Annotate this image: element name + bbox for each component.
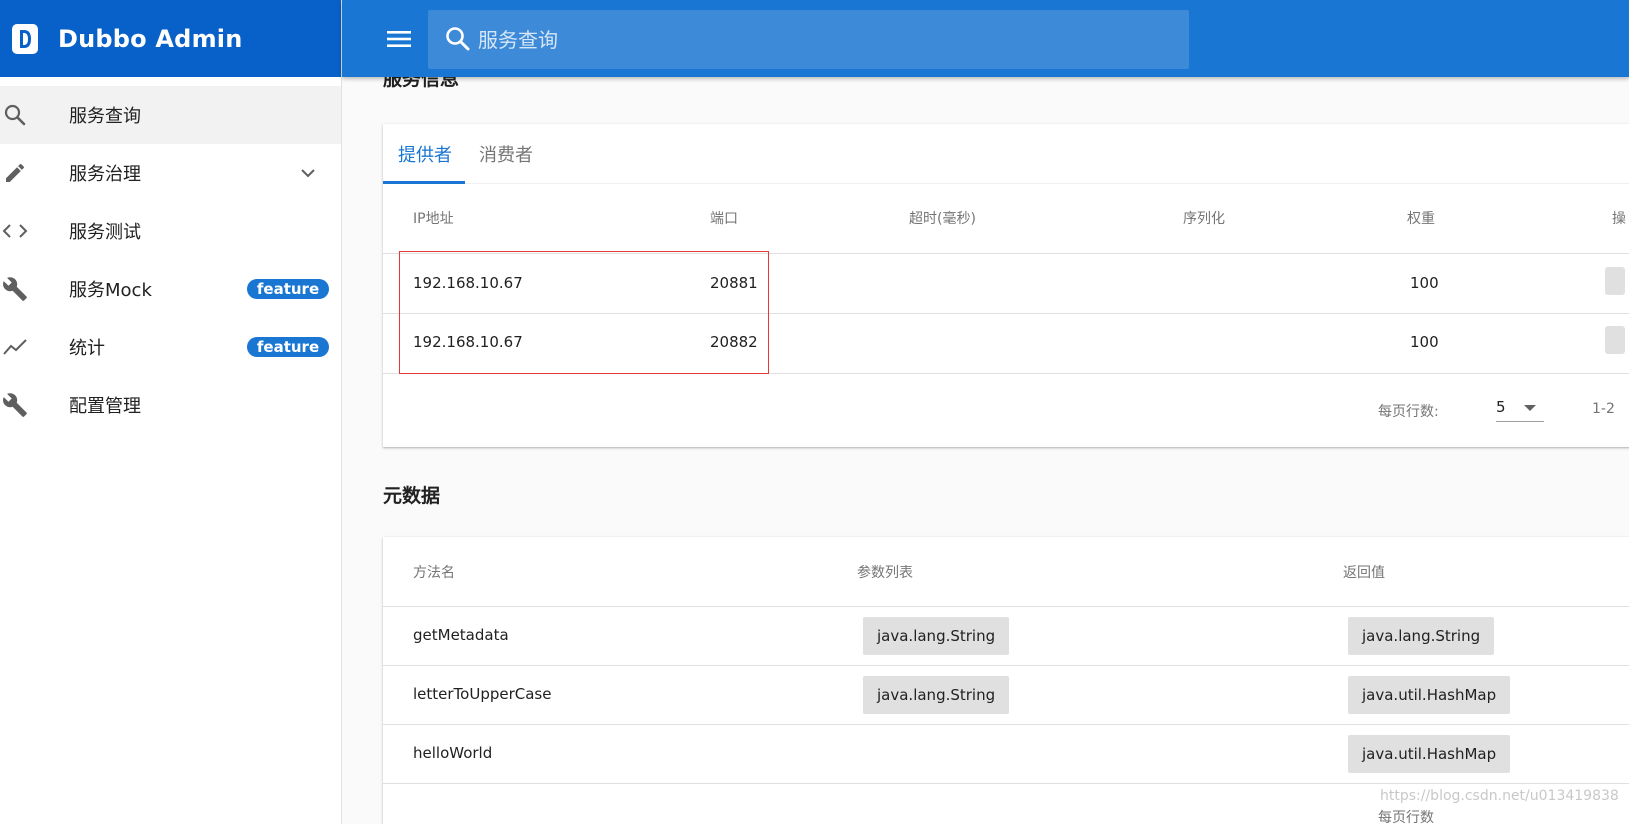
pagination-range: 1-2	[1592, 401, 1615, 417]
cell-method: letterToUpperCase	[413, 685, 552, 703]
header-divider	[383, 606, 1629, 607]
feature-badge: feature	[247, 337, 329, 357]
rows-per-page-select[interactable]: 5	[1496, 396, 1544, 422]
sidebar-item-label: 配置管理	[69, 396, 141, 417]
sidebar-item-label: 统计	[69, 338, 105, 359]
column-header-operation[interactable]: 操	[1612, 208, 1626, 228]
sidebar-item-service-governance[interactable]: 服务治理	[0, 144, 341, 202]
sidebar: Dubbo Admin 服务查询 服务治理 服务测试 服务Mock featur…	[0, 0, 342, 824]
menu-icon[interactable]	[386, 26, 412, 52]
watermark: https://blog.csdn.net/u013419838	[1380, 788, 1619, 804]
return-chip: java.util.HashMap	[1348, 735, 1511, 773]
wrench-icon	[2, 392, 28, 418]
row-divider	[383, 724, 1629, 725]
column-header-timeout[interactable]: 超时(毫秒)	[909, 208, 976, 228]
param-chip: java.lang.String	[863, 676, 1010, 714]
metadata-card: 方法名 参数列表 返回值 getMetadata java.lang.Strin…	[383, 537, 1629, 824]
row-action-button[interactable]	[1605, 267, 1625, 295]
sidebar-item-config-management[interactable]: 配置管理	[0, 376, 341, 434]
app-title: Dubbo Admin	[58, 24, 243, 53]
sidebar-item-service-query[interactable]: 服务查询	[0, 86, 341, 144]
cell-method: helloWorld	[413, 744, 493, 762]
pencil-icon	[2, 160, 28, 186]
param-chip: java.lang.String	[863, 617, 1010, 655]
column-header-params[interactable]: 参数列表	[857, 562, 913, 582]
search-icon	[2, 102, 28, 128]
search-bar	[428, 10, 1189, 69]
rows-per-page-value: 5	[1496, 398, 1506, 416]
feature-badge: feature	[247, 279, 329, 299]
sidebar-item-service-mock[interactable]: 服务Mock feature	[0, 260, 341, 318]
dubbo-logo-icon	[12, 23, 38, 54]
row-divider	[383, 665, 1629, 666]
trend-icon	[2, 334, 28, 360]
return-chip: java.util.HashMap	[1348, 676, 1511, 714]
cell-weight: 100	[1410, 274, 1439, 292]
column-header-ip[interactable]: IP地址	[413, 208, 454, 228]
search-input[interactable]	[478, 10, 1178, 69]
sidebar-item-label: 服务Mock	[69, 280, 152, 301]
column-header-returns[interactable]: 返回值	[1343, 562, 1385, 582]
cell-weight: 100	[1410, 333, 1439, 351]
column-header-port[interactable]: 端口	[710, 208, 738, 228]
caret-down-icon	[1524, 405, 1536, 411]
sidebar-item-label: 服务测试	[69, 222, 141, 243]
column-header-method[interactable]: 方法名	[413, 562, 455, 582]
tab-providers[interactable]: 提供者	[398, 124, 452, 184]
row-divider	[383, 783, 1629, 784]
chevron-down-icon[interactable]	[299, 164, 317, 182]
section-title-metadata: 元数据	[383, 485, 441, 507]
sidebar-item-statistics[interactable]: 统计 feature	[0, 318, 341, 376]
return-chip: java.lang.String	[1348, 617, 1495, 655]
tabs: 提供者 消费者	[383, 124, 1629, 184]
code-icon	[2, 218, 28, 244]
top-app-bar	[342, 0, 1629, 77]
search-icon	[446, 27, 470, 51]
annotation-highlight-box	[399, 251, 769, 374]
sidebar-nav: 服务查询 服务治理 服务测试 服务Mock feature 统计 feature…	[0, 77, 341, 434]
sidebar-item-service-test[interactable]: 服务测试	[0, 202, 341, 260]
rows-per-page-label: 每页行数:	[1378, 404, 1439, 420]
sidebar-item-label: 服务查询	[69, 106, 141, 127]
active-tab-indicator	[383, 181, 465, 184]
rows-per-page-label: 每页行数	[1378, 810, 1434, 824]
sidebar-item-label: 服务治理	[69, 164, 141, 185]
tab-consumers[interactable]: 消费者	[479, 124, 533, 184]
row-action-button[interactable]	[1605, 326, 1625, 354]
brand-header: Dubbo Admin	[0, 0, 341, 77]
column-header-weight[interactable]: 权重	[1407, 208, 1435, 228]
providers-card: 提供者 消费者 IP地址 端口 超时(毫秒) 序列化 权重 操 192.168.…	[383, 124, 1629, 447]
cell-method: getMetadata	[413, 626, 509, 644]
wrench-icon	[2, 276, 28, 302]
column-header-serialization[interactable]: 序列化	[1183, 208, 1225, 228]
